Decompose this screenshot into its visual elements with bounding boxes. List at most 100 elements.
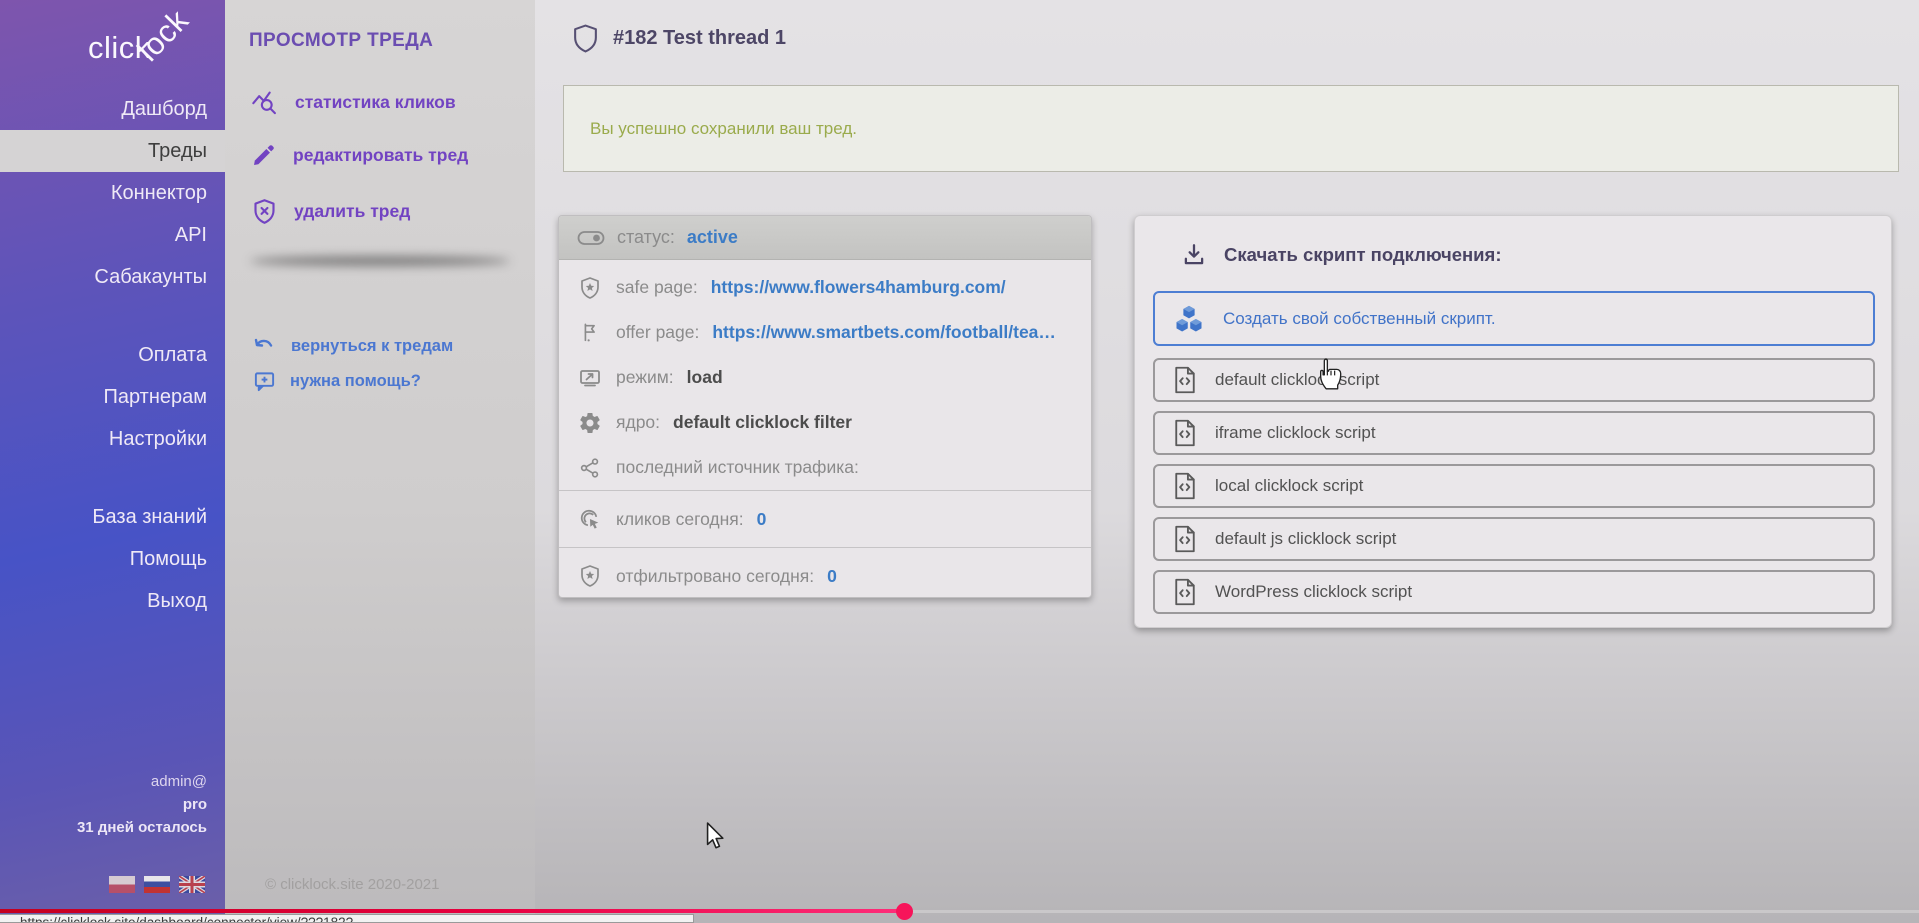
offer-page-label: offer page: <box>616 322 699 343</box>
status-info-rows: safe page: https://www.flowers4hamburg.c… <box>559 260 1091 490</box>
sidebar-item-knowledge-base[interactable]: База знаний <box>0 496 225 538</box>
iframe-clicklock-script-label: iframe clicklock script <box>1215 423 1376 443</box>
share-icon <box>577 457 603 479</box>
core-label: ядро: <box>616 412 660 433</box>
sidebar-item-payment[interactable]: Оплата <box>0 334 225 376</box>
thread-status-card: статус: active safe page: https://www.fl… <box>558 215 1092 598</box>
video-progress-handle[interactable] <box>896 903 913 920</box>
sidebar-item-logout[interactable]: Выход <box>0 580 225 622</box>
sidebar-item-settings[interactable]: Настройки <box>0 418 225 460</box>
toggle-icon <box>577 228 605 248</box>
video-progress-played[interactable] <box>0 909 905 913</box>
shield-x-icon <box>251 198 278 225</box>
create-own-script-button[interactable]: Создать свой собственный скрипт. <box>1153 291 1875 346</box>
filtered-today-row: отфильтровано сегодня: 0 <box>559 547 1091 598</box>
sidebar-nav: Дашборд Треды Коннектор API Сабакаунты О… <box>0 88 225 622</box>
click-stats-button[interactable]: статистика кликов <box>251 88 456 116</box>
create-own-script-label: Создать свой собственный скрипт. <box>1223 309 1496 329</box>
status-bar-url-text: https://clicklock.site/dashboard/connect… <box>20 915 353 923</box>
russia-flag-icon[interactable] <box>144 876 170 893</box>
sidebar-item-help[interactable]: Помощь <box>0 538 225 580</box>
mode-label: режим: <box>616 367 674 388</box>
last-traffic-source-row: последний источник трафика: <box>559 445 1091 490</box>
need-help-label: нужна помощь? <box>290 372 421 391</box>
stats-icon <box>251 88 279 116</box>
sidebar-item-subaccounts[interactable]: Сабакаунты <box>0 256 225 298</box>
offer-page-row: offer page: https://www.smartbets.com/fo… <box>559 310 1091 355</box>
clicks-today-label: кликов сегодня: <box>616 509 744 530</box>
file-code-icon <box>1173 419 1197 447</box>
success-alert-text: Вы успешно сохранили ваш тред. <box>590 119 857 139</box>
language-switcher <box>109 876 205 893</box>
clicklock-dashboard: clicklock Дашборд Треды Коннектор API Са… <box>0 0 1919 923</box>
uk-flag-icon[interactable] <box>179 876 205 893</box>
download-icon <box>1181 242 1207 268</box>
clicks-today-value: 0 <box>757 509 767 530</box>
edit-thread-button[interactable]: редактировать тред <box>251 142 468 168</box>
download-scripts-title: Скачать скрипт подключения: <box>1224 244 1501 266</box>
success-alert: Вы успешно сохранили ваш тред. <box>563 85 1899 172</box>
copyright-footer: © clicklock.site 2020-2021 <box>265 876 439 893</box>
page-title-text: #182 Test thread 1 <box>613 27 786 50</box>
mode-value: load <box>687 367 723 388</box>
need-help-link[interactable]: нужна помощь? <box>253 370 421 393</box>
back-to-threads-label: вернуться к тредам <box>291 337 453 356</box>
default-js-clicklock-script-label: default js clicklock script <box>1215 529 1396 549</box>
filtered-today-label: отфильтровано сегодня: <box>616 566 814 587</box>
local-clicklock-script-label: local clicklock script <box>1215 476 1363 496</box>
download-scripts-header: Скачать скрипт подключения: <box>1181 242 1501 268</box>
account-days-left: 31 дней осталось <box>0 816 207 839</box>
flag-icon <box>577 321 603 345</box>
sidebar: clicklock Дашборд Треды Коннектор API Са… <box>0 0 225 923</box>
last-traffic-source-label: последний источник трафика: <box>616 457 859 478</box>
screen-arrow-icon <box>577 366 603 390</box>
video-progress-remaining[interactable] <box>905 910 1919 913</box>
sidebar-item-api[interactable]: API <box>0 214 225 256</box>
sidebar-item-partners[interactable]: Партнерам <box>0 376 225 418</box>
edit-thread-label: редактировать тред <box>293 145 468 166</box>
mode-row: режим: load <box>559 355 1091 400</box>
poland-flag-icon[interactable] <box>109 876 135 893</box>
file-code-icon <box>1173 525 1197 553</box>
delete-thread-button[interactable]: удалить тред <box>251 198 410 225</box>
status-bar-url: https://clicklock.site/dashboard/connect… <box>0 914 694 923</box>
shield-star-icon <box>577 276 603 300</box>
back-to-threads-link[interactable]: вернуться к тредам <box>253 334 453 358</box>
clicks-today-row: кликов сегодня: 0 <box>559 490 1091 547</box>
cubes-icon <box>1173 304 1205 334</box>
account-email: admin@ <box>0 770 207 793</box>
status-header: статус: active <box>559 216 1091 260</box>
shield-icon <box>573 24 598 53</box>
pencil-icon <box>251 142 277 168</box>
click-stats-label: статистика кликов <box>295 92 456 113</box>
shield-star-icon <box>577 564 603 588</box>
safe-page-link[interactable]: https://www.flowers4hamburg.com/ <box>711 277 1006 298</box>
delete-thread-label: удалить тред <box>294 201 410 222</box>
local-clicklock-script-button[interactable]: local clicklock script <box>1153 464 1875 508</box>
core-value: default clicklock filter <box>673 412 852 433</box>
filtered-today-value: 0 <box>827 566 837 587</box>
main-content: #182 Test thread 1 Вы успешно сохранили … <box>535 0 1919 923</box>
default-clicklock-script-label: default clicklock script <box>1215 370 1379 390</box>
iframe-clicklock-script-button[interactable]: iframe clicklock script <box>1153 411 1875 455</box>
thread-menu-title: ПРОСМОТР ТРЕДА <box>249 30 433 52</box>
comment-plus-icon <box>253 370 276 393</box>
sidebar-item-connector[interactable]: Коннектор <box>0 172 225 214</box>
account-plan: pro <box>0 793 207 816</box>
thread-menu-panel: ПРОСМОТР ТРЕДА статистика кликов редакти… <box>225 0 535 923</box>
offer-page-link[interactable]: https://www.smartbets.com/football/tea… <box>712 322 1056 343</box>
clicklock-logo[interactable]: clicklock <box>88 30 208 66</box>
safe-page-label: safe page: <box>616 277 698 298</box>
menu-divider-shadow <box>250 256 510 266</box>
file-code-icon <box>1173 578 1197 606</box>
gear-icon <box>577 411 603 435</box>
default-js-clicklock-script-button[interactable]: default js clicklock script <box>1153 517 1875 561</box>
wordpress-clicklock-script-button[interactable]: WordPress clicklock script <box>1153 570 1875 614</box>
default-clicklock-script-button[interactable]: default clicklock script <box>1153 358 1875 402</box>
sidebar-item-dashboard[interactable]: Дашборд <box>0 88 225 130</box>
download-scripts-card: Скачать скрипт подключения: Создать свой… <box>1134 215 1892 628</box>
page-title: #182 Test thread 1 <box>573 24 786 53</box>
file-code-icon <box>1173 472 1197 500</box>
sidebar-item-threads[interactable]: Треды <box>0 130 225 172</box>
status-value: active <box>687 227 738 248</box>
